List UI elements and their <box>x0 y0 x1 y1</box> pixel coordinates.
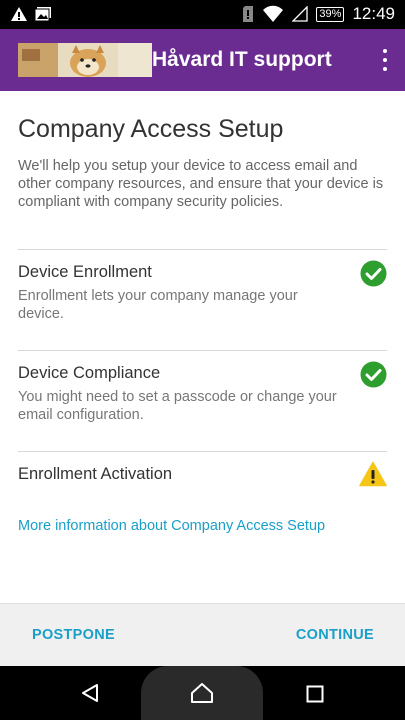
main-content: Company Access Setup We'll help you setu… <box>0 91 405 603</box>
navigation-bar <box>0 666 405 720</box>
step-title: Device Enrollment <box>18 263 152 281</box>
home-icon[interactable] <box>190 682 214 704</box>
warning-notification-icon <box>11 7 27 21</box>
wifi-icon <box>263 5 284 22</box>
notification-icons <box>10 6 52 22</box>
check-circle-icon <box>360 361 387 388</box>
check-circle-icon <box>360 260 387 287</box>
system-icons: 39% 12:49 <box>242 4 395 24</box>
step-device-compliance[interactable]: Device Compliance You might need to set … <box>18 350 387 451</box>
step-description: Enrollment lets your company manage your… <box>18 288 298 322</box>
step-device-enrollment[interactable]: Device Enrollment Enrollment lets your c… <box>18 249 387 350</box>
clock: 12:49 <box>352 4 395 23</box>
step-enrollment-activation[interactable]: Enrollment Activation <box>18 451 387 503</box>
step-title: Device Compliance <box>18 364 161 382</box>
intro-text: We'll help you setup your device to acce… <box>18 158 384 210</box>
back-icon[interactable] <box>80 683 100 703</box>
step-title: Enrollment Activation <box>18 465 173 483</box>
sim-alert-icon <box>243 6 254 22</box>
recents-icon[interactable] <box>306 685 324 703</box>
more-info-link[interactable]: More information about Company Access Se… <box>18 518 325 534</box>
company-logo <box>18 43 152 77</box>
warning-icon <box>359 461 387 487</box>
battery-indicator: 39% <box>316 6 345 22</box>
app-bar: Håvard IT support <box>0 29 405 91</box>
continue-button[interactable]: CONTINUE <box>296 627 374 643</box>
step-description: You might need to set a passcode or chan… <box>18 389 337 423</box>
postpone-button[interactable]: POSTPONE <box>32 627 115 643</box>
overflow-menu-icon[interactable] <box>379 49 391 71</box>
page-title: Company Access Setup <box>18 115 284 143</box>
action-bar: POSTPONE CONTINUE <box>0 603 405 666</box>
status-bar: 39% 12:49 <box>0 0 405 29</box>
app-title: Håvard IT support <box>152 48 332 71</box>
cell-signal-icon <box>292 6 309 22</box>
photos-notification-icon <box>34 7 51 22</box>
